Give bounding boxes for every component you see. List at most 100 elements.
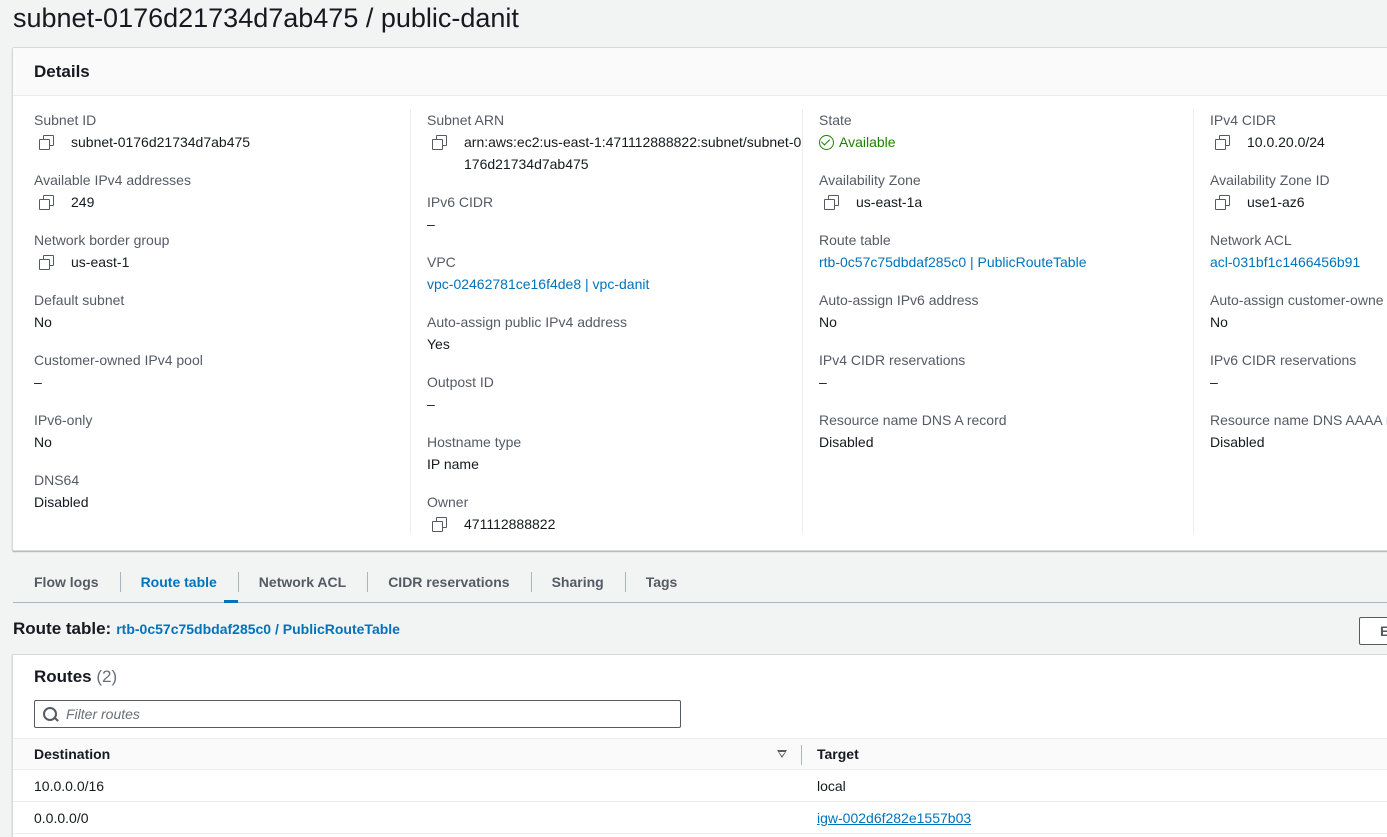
tab-route-table[interactable]: Route table (119, 566, 239, 603)
column-header-target[interactable]: Target (817, 746, 859, 762)
tab-cidr-reservations[interactable]: CIDR reservations (367, 566, 530, 602)
copy-icon[interactable] (824, 195, 839, 210)
filter-routes-field[interactable] (34, 700, 681, 728)
column-header-destination[interactable]: Destination (34, 746, 110, 762)
detail-label: Available IPv4 addresses (34, 172, 191, 188)
detail-label: Availability Zone (819, 172, 921, 188)
copy-icon[interactable] (39, 195, 54, 210)
detail-field: IPv6-only No (34, 409, 404, 469)
copy-icon[interactable] (432, 517, 447, 532)
detail-value-row: Disabled (1210, 431, 1387, 453)
route-table-link[interactable]: rtb-0c57c75dbdaf285c0 / PublicRouteTable (116, 621, 400, 637)
row-target-link[interactable]: igw-002d6f282e1557b03 (817, 810, 971, 826)
detail-value: – (34, 374, 42, 390)
detail-label: Subnet ID (34, 112, 97, 128)
detail-label: Customer-owned IPv4 pool (34, 352, 203, 368)
detail-value: Disabled (819, 434, 874, 450)
detail-label: Subnet ARN (427, 112, 505, 128)
routes-title: Routes (34, 667, 92, 686)
detail-label: Resource name DNS A record (819, 412, 1007, 428)
detail-value-link[interactable]: rtb-0c57c75dbdaf285c0 | PublicRouteTable (819, 251, 1086, 273)
detail-field: Auto-assign public IPv4 address Yes (427, 311, 802, 371)
detail-label: State (819, 112, 852, 128)
detail-value: subnet-0176d21734d7ab475 (71, 134, 251, 150)
detail-value-row: – (34, 371, 404, 393)
detail-value-link[interactable]: vpc-02462781ce16f4de8 | vpc-danit (427, 273, 649, 295)
details-panel: Details Subnet ID subnet-0176d21734d7ab47… (12, 47, 1387, 551)
routes-panel: Routes (2) Destination Target 10.0.0.0/1… (12, 654, 1387, 837)
detail-field: IPv6 CIDR – (427, 191, 802, 251)
search-icon (43, 706, 58, 722)
detail-field: IPv4 CIDR 10.0.20.0/24 (1210, 109, 1387, 169)
filter-routes-input[interactable] (66, 706, 656, 722)
details-heading: Details (34, 61, 90, 81)
routes-table: Destination Target 10.0.0.0/16 local 0.0… (13, 738, 1387, 834)
copy-icon[interactable] (432, 135, 447, 150)
details-column-3: State Available Availability Zone us-east-1… (802, 109, 1194, 534)
detail-value-row: – (1210, 371, 1387, 393)
route-table-label: Route table: (13, 619, 112, 638)
tab-tags[interactable]: Tags (624, 566, 699, 602)
detail-value-row: us-east-1 (34, 251, 404, 273)
table-header: Destination Target (13, 738, 1387, 770)
copy-icon[interactable] (1215, 195, 1230, 210)
detail-field: Outpost ID – (427, 371, 802, 431)
details-header: Details (13, 48, 1387, 96)
tab-sharing[interactable]: Sharing (530, 566, 625, 602)
tab-flow-logs[interactable]: Flow logs (13, 566, 120, 602)
routes-count: (2) (96, 667, 118, 686)
detail-value: – (1210, 374, 1218, 390)
detail-value-row: vpc-02462781ce16f4de8 | vpc-danit (427, 273, 802, 295)
detail-value: – (819, 374, 827, 390)
details-column-1: Subnet ID subnet-0176d21734d7ab475 Availab… (34, 109, 404, 534)
detail-value-row: 471112888822 (427, 513, 802, 535)
detail-field: Network ACL acl-031bf1c1466456b91 (1210, 229, 1387, 289)
detail-label: Hostname type (427, 434, 522, 450)
detail-value: arn:aws:ec2:us-east-1:471112888822:subne… (464, 134, 802, 172)
detail-field: Owner 471112888822 (427, 491, 802, 551)
column-divider[interactable] (801, 745, 802, 765)
tab-bar: Flow logs Route table Network ACL CIDR r… (13, 566, 1387, 603)
detail-value: use1-az6 (1247, 194, 1305, 210)
detail-label: Network border group (34, 232, 170, 248)
edit-route-table-button[interactable]: E (1359, 617, 1387, 645)
detail-value-row: arn:aws:ec2:us-east-1:471112888822:subne… (427, 131, 802, 175)
detail-field: Availability Zone us-east-1a (819, 169, 1194, 229)
detail-label: IPv4 CIDR reservations (819, 352, 966, 368)
detail-value-row: subnet-0176d21734d7ab475 (34, 131, 404, 153)
detail-label: Network ACL (1210, 232, 1292, 248)
detail-value: IP name (427, 456, 479, 472)
copy-icon[interactable] (39, 255, 54, 270)
check-circle-icon (819, 134, 834, 150)
detail-label: Auto-assign IPv6 address (819, 292, 979, 308)
detail-value-row: No (1210, 311, 1387, 333)
detail-label: IPv4 CIDR (1210, 112, 1277, 128)
detail-field: Resource name DNS AAAA r Disabled (1210, 409, 1387, 469)
detail-value-row: IP name (427, 453, 802, 475)
detail-label: DNS64 (34, 472, 80, 488)
detail-value-row: – (427, 393, 802, 415)
sort-descending-icon[interactable] (777, 750, 787, 758)
detail-value-link[interactable]: acl-031bf1c1466456b91 (1210, 251, 1360, 273)
detail-value: 471112888822 (464, 516, 556, 532)
detail-label: Resource name DNS AAAA r (1210, 412, 1387, 428)
route-table-heading: Route table: rtb-0c57c75dbdaf285c0 / Pub… (13, 619, 400, 639)
detail-field: Default subnet No (34, 289, 404, 349)
detail-value: – (427, 216, 435, 232)
routes-heading: Routes (2) (34, 667, 117, 687)
detail-field: Route table rtb-0c57c75dbdaf285c0 | Publi… (819, 229, 1194, 289)
details-column-2: Subnet ARN arn:aws:ec2:us-east-1:47111288… (410, 109, 802, 534)
detail-value-row: No (34, 311, 404, 333)
detail-label: Availability Zone ID (1210, 172, 1330, 188)
detail-label: Outpost ID (427, 374, 494, 390)
detail-label: Default subnet (34, 292, 125, 308)
detail-value: No (1210, 314, 1228, 330)
detail-field: IPv6 CIDR reservations – (1210, 349, 1387, 409)
detail-value-row: No (819, 311, 1194, 333)
copy-icon[interactable] (1215, 135, 1230, 150)
detail-value: No (819, 314, 837, 330)
copy-icon[interactable] (39, 135, 54, 150)
detail-value: 249 (71, 194, 95, 210)
tab-network-acl[interactable]: Network ACL (237, 566, 367, 602)
table-row: 10.0.0.0/16 local (13, 770, 1387, 802)
